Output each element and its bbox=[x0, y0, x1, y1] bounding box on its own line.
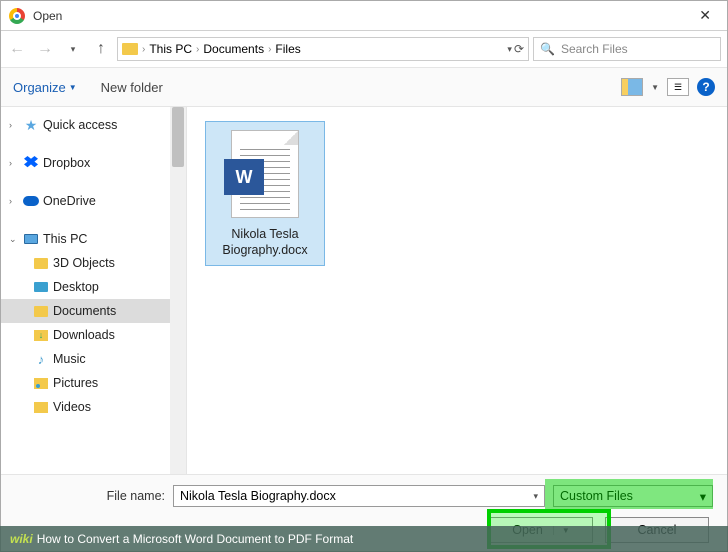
chevron-down-icon[interactable]: ▾ bbox=[533, 491, 538, 502]
desktop-icon bbox=[33, 279, 49, 295]
sidebar-item-documents[interactable]: Documents bbox=[1, 299, 186, 323]
star-icon: ★ bbox=[23, 117, 39, 133]
new-folder-button[interactable]: New folder bbox=[101, 80, 163, 95]
sidebar-item-videos[interactable]: Videos bbox=[1, 395, 186, 419]
caret-icon: › bbox=[9, 158, 19, 168]
breadcrumb[interactable]: › This PC › Documents › Files ▾ ⟳ bbox=[117, 37, 529, 61]
filename-input[interactable]: Nikola Tesla Biography.docx ▾ bbox=[173, 485, 545, 507]
caret-icon: › bbox=[9, 196, 19, 206]
breadcrumb-item[interactable]: Files bbox=[275, 42, 300, 56]
breadcrumb-item[interactable]: Documents bbox=[203, 42, 264, 56]
pc-icon bbox=[23, 231, 39, 247]
chevron-right-icon: › bbox=[268, 44, 271, 55]
music-icon: ♪ bbox=[33, 351, 49, 367]
sidebar-item-onedrive[interactable]: › OneDrive bbox=[1, 189, 186, 213]
refresh-icon[interactable]: ⟳ bbox=[514, 42, 524, 56]
forward-button[interactable]: → bbox=[33, 37, 57, 61]
toolbar: Organize ▼ New folder ▼ ☰ ? bbox=[1, 67, 727, 107]
view-controls: ▼ ☰ ? bbox=[621, 78, 715, 96]
sidebar-item-dropbox[interactable]: › Dropbox bbox=[1, 151, 186, 175]
sidebar-scrollbar[interactable] bbox=[170, 107, 186, 474]
file-name-label: Nikola Tesla Biography.docx bbox=[210, 226, 320, 259]
caret-icon: › bbox=[9, 120, 19, 130]
view-thumbnails-button[interactable] bbox=[621, 78, 643, 96]
search-input[interactable]: 🔍 Search Files bbox=[533, 37, 721, 61]
titlebar: Open ✕ bbox=[1, 1, 727, 31]
chevron-down-icon[interactable]: ▾ bbox=[507, 44, 512, 55]
folder-icon bbox=[33, 255, 49, 271]
view-details-button[interactable]: ☰ bbox=[667, 78, 689, 96]
caption-text: How to Convert a Microsoft Word Document… bbox=[37, 532, 354, 546]
file-item-selected[interactable]: W Nikola Tesla Biography.docx bbox=[205, 121, 325, 266]
wikihow-logo: wiki bbox=[10, 532, 33, 546]
chevron-down-icon[interactable]: ▼ bbox=[651, 83, 659, 92]
file-pane[interactable]: W Nikola Tesla Biography.docx bbox=[187, 107, 727, 474]
pictures-icon bbox=[33, 375, 49, 391]
chevron-right-icon: › bbox=[196, 44, 199, 55]
open-dialog: Open ✕ ← → ▾ ↑ › This PC › Documents › F… bbox=[0, 0, 728, 552]
caret-down-icon: ⌄ bbox=[9, 234, 19, 245]
sidebar-item-music[interactable]: ♪ Music bbox=[1, 347, 186, 371]
file-type-filter[interactable]: Custom Files ▾ bbox=[553, 485, 713, 507]
chevron-down-icon: ▼ bbox=[69, 83, 77, 92]
downloads-icon bbox=[33, 327, 49, 343]
navbar: ← → ▾ ↑ › This PC › Documents › Files ▾ … bbox=[1, 31, 727, 67]
back-button[interactable]: ← bbox=[5, 37, 29, 61]
sidebar-item-downloads[interactable]: Downloads bbox=[1, 323, 186, 347]
breadcrumb-item[interactable]: This PC bbox=[149, 42, 192, 56]
dialog-title: Open bbox=[33, 9, 62, 23]
search-icon: 🔍 bbox=[540, 42, 555, 56]
sidebar-item-this-pc[interactable]: ⌄ This PC bbox=[1, 227, 186, 251]
dialog-body: › ★ Quick access › Dropbox › OneDrive ⌄ … bbox=[1, 107, 727, 474]
organize-button[interactable]: Organize ▼ bbox=[13, 80, 77, 95]
dropbox-icon bbox=[23, 155, 39, 171]
ca (caption-bar): wiki How to Convert a Microsoft Word Doc… bbox=[0, 526, 728, 552]
docx-icon: W bbox=[231, 130, 299, 218]
chevron-right-icon: › bbox=[142, 44, 145, 55]
sidebar-item-quick-access[interactable]: › ★ Quick access bbox=[1, 113, 186, 137]
filename-label: File name: bbox=[15, 489, 165, 503]
folder-icon bbox=[122, 43, 138, 55]
sidebar: › ★ Quick access › Dropbox › OneDrive ⌄ … bbox=[1, 107, 187, 474]
folder-icon bbox=[33, 303, 49, 319]
search-placeholder: Search Files bbox=[561, 42, 628, 56]
up-button[interactable]: ↑ bbox=[89, 37, 113, 61]
sidebar-item-desktop[interactable]: Desktop bbox=[1, 275, 186, 299]
chevron-down-icon: ▾ bbox=[700, 489, 706, 504]
chrome-icon bbox=[9, 8, 25, 24]
help-button[interactable]: ? bbox=[697, 78, 715, 96]
recent-dropdown[interactable]: ▾ bbox=[61, 37, 85, 61]
videos-icon bbox=[33, 399, 49, 415]
onedrive-icon bbox=[23, 193, 39, 209]
close-button[interactable]: ✕ bbox=[691, 7, 719, 24]
sidebar-item-3d-objects[interactable]: 3D Objects bbox=[1, 251, 186, 275]
sidebar-item-pictures[interactable]: Pictures bbox=[1, 371, 186, 395]
